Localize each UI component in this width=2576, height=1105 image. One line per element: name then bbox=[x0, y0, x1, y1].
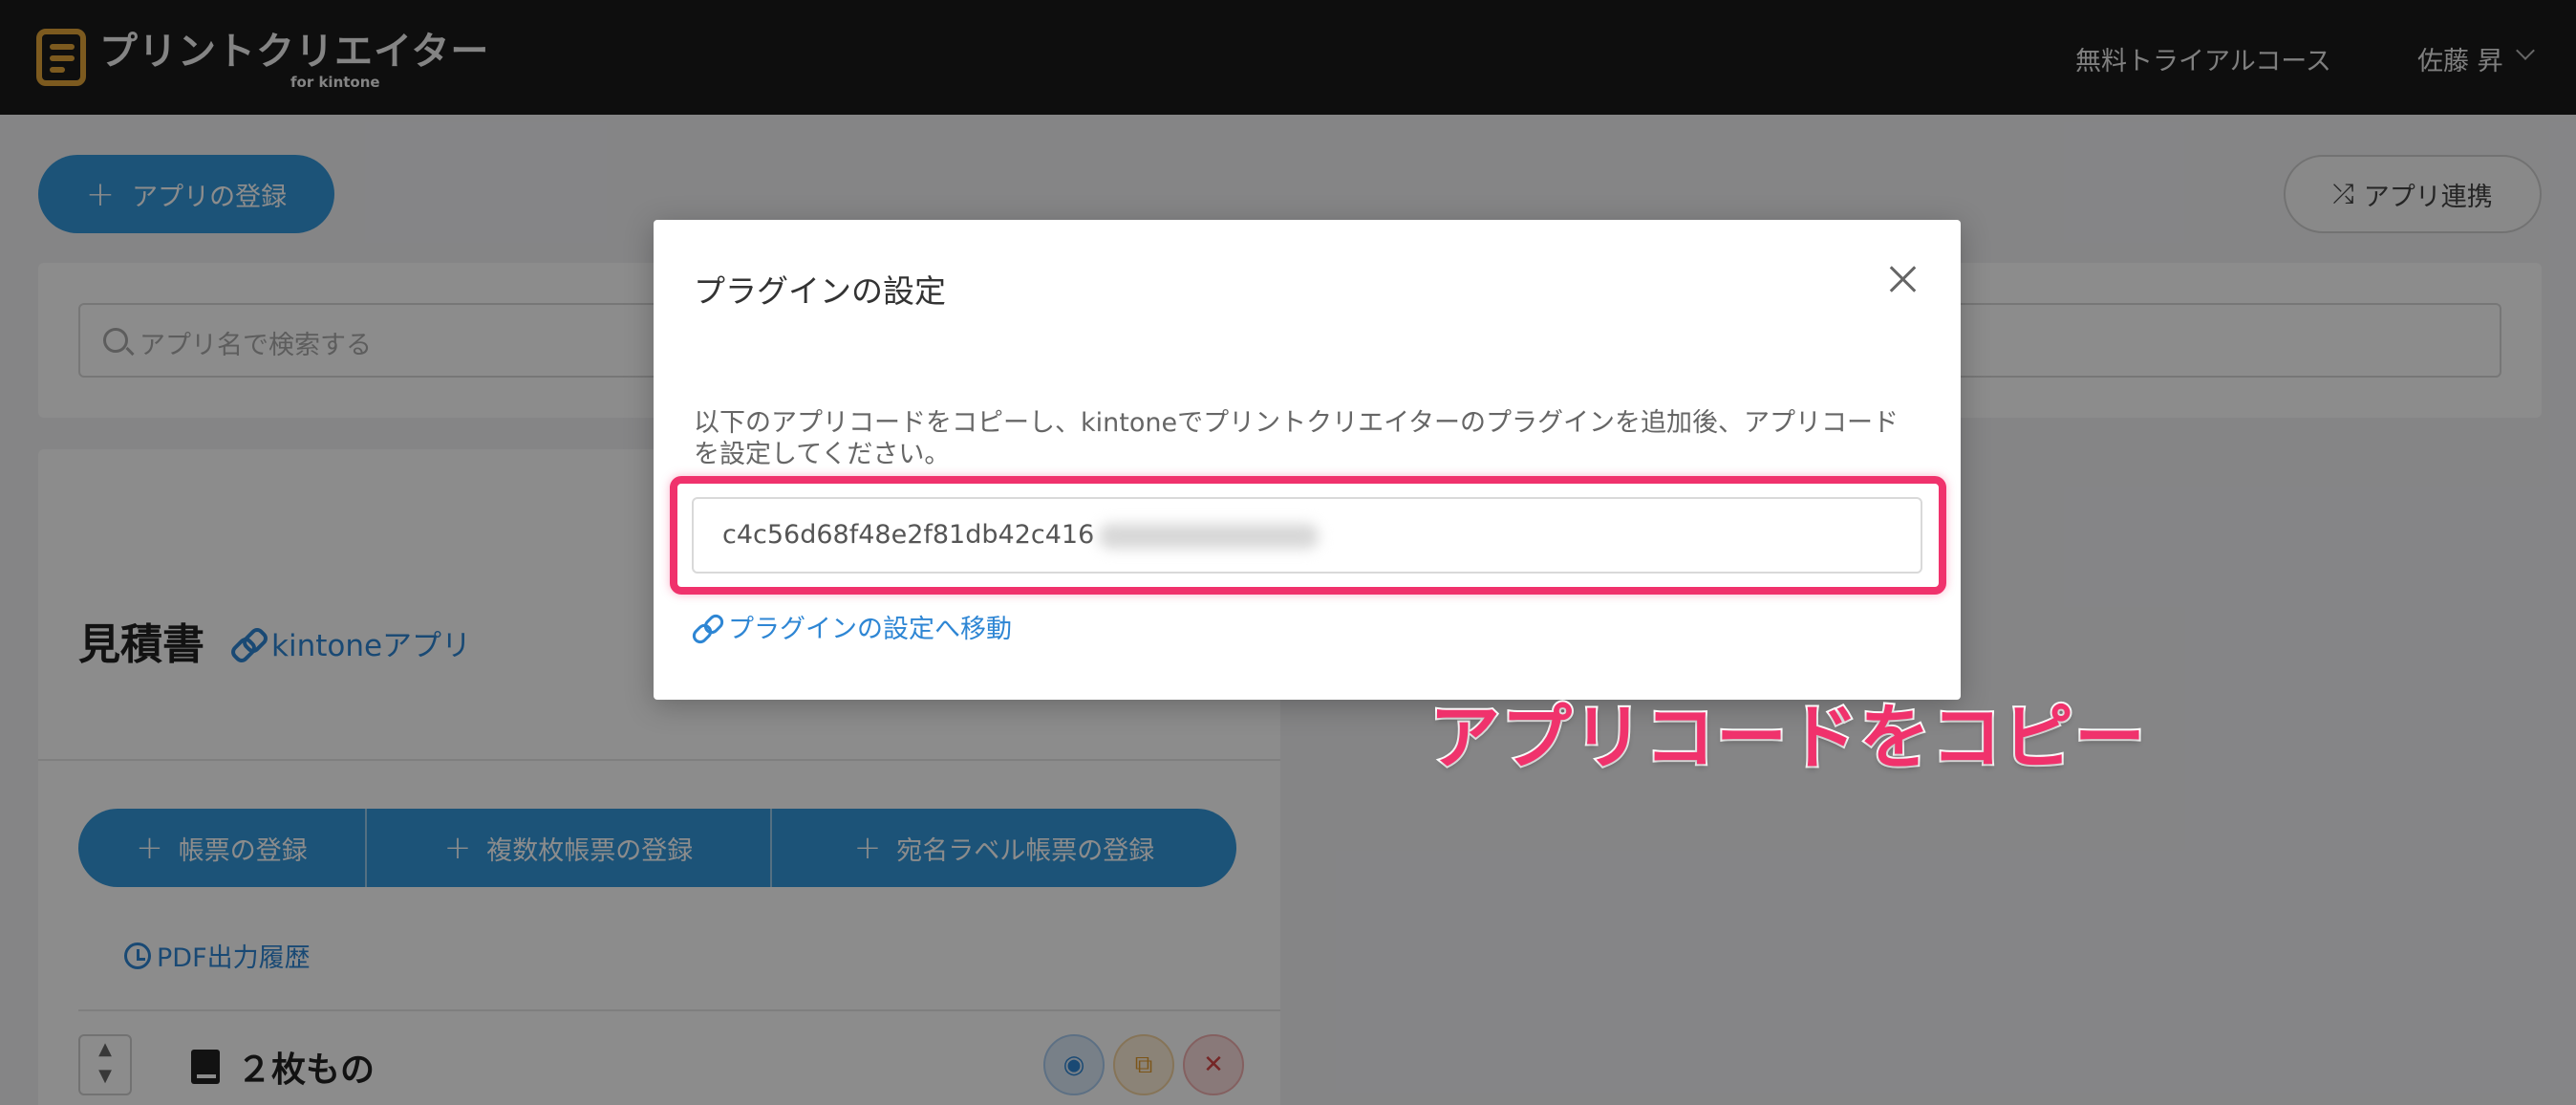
link-icon bbox=[692, 613, 720, 641]
plugin-settings-link-label: プラグインの設定へ移動 bbox=[728, 615, 1012, 644]
modal-description: 以下のアプリコードをコピーし、kintoneでプリントクリエイターのプラグインを… bbox=[694, 408, 1899, 469]
modal-title: プラグインの設定 bbox=[694, 272, 946, 310]
app-code-field[interactable]: c4c56d68f48e2f81db42c416 bbox=[692, 497, 1922, 574]
app-code-value: c4c56d68f48e2f81db42c416 bbox=[722, 520, 1095, 550]
app-code-redacted bbox=[1099, 524, 1319, 549]
plugin-settings-link[interactable]: プラグインの設定へ移動 bbox=[692, 608, 1012, 645]
annotation-text: アプリコードをコピー bbox=[1428, 695, 2147, 781]
plugin-settings-modal: プラグインの設定 以下のアプリコードをコピーし、kintoneでプリントクリエイ… bbox=[654, 220, 1961, 700]
close-icon[interactable] bbox=[1886, 262, 1921, 296]
